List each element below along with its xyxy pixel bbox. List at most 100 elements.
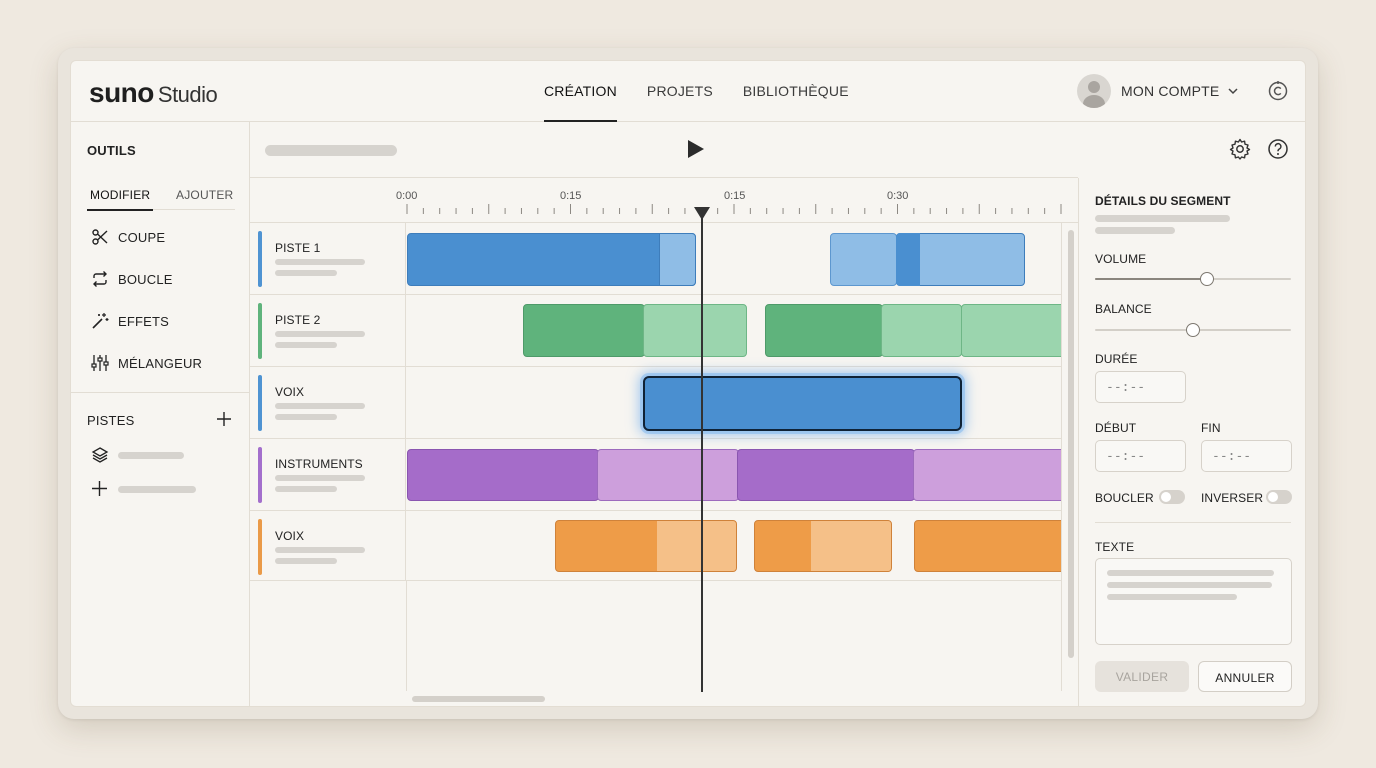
- audio-clip[interactable]: [881, 304, 962, 357]
- ruler-label: 0:15: [724, 190, 746, 202]
- chevron-down-icon: [1228, 88, 1238, 95]
- time-ruler[interactable]: 0:00 0:15 0:15 0:30: [250, 178, 1078, 223]
- tracks-title: PISTES: [87, 413, 135, 428]
- track-header[interactable]: VOIX: [250, 511, 406, 580]
- placeholder-bar: [1107, 594, 1237, 600]
- text-area[interactable]: [1095, 558, 1292, 645]
- vertical-scrollbar[interactable]: [1068, 230, 1074, 658]
- track-row: VOIX: [250, 511, 1062, 581]
- placeholder-bar: [275, 342, 337, 348]
- audio-clip[interactable]: [737, 449, 915, 501]
- placeholder-bar: [1095, 227, 1175, 234]
- audio-clip-fade[interactable]: [657, 521, 736, 571]
- placeholder-bar: [275, 270, 337, 276]
- plus-icon[interactable]: [92, 481, 107, 496]
- tool-boucle[interactable]: BOUCLE: [91, 270, 173, 288]
- scissors-icon: [92, 229, 108, 245]
- track-header[interactable]: PISTE 1: [250, 223, 406, 294]
- placeholder-bar: [1107, 570, 1274, 576]
- placeholder-bar: [275, 475, 365, 481]
- audio-clip[interactable]: [407, 233, 696, 286]
- logo-brand: suno: [89, 77, 154, 108]
- logo[interactable]: suno Studio: [89, 77, 218, 109]
- tool-label: BOUCLE: [118, 271, 173, 287]
- audio-clip[interactable]: [830, 233, 897, 286]
- tool-label: EFFETS: [118, 313, 170, 329]
- magic-wand-icon: [92, 313, 109, 329]
- track-name: VOIX: [275, 529, 305, 543]
- volume-slider-knob[interactable]: [1199, 272, 1214, 286]
- top-bar: suno Studio CRÉATION PROJETS BIBLIOTHÈQUE…: [71, 61, 1305, 122]
- track-header[interactable]: PISTE 2: [250, 295, 406, 366]
- avatar: [1077, 74, 1111, 108]
- nav-projets[interactable]: PROJETS: [647, 61, 713, 122]
- tool-label: COUPE: [118, 229, 166, 245]
- placeholder-bar: [275, 259, 365, 265]
- audio-clip[interactable]: [523, 304, 645, 357]
- balance-label: BALANCE: [1095, 302, 1152, 316]
- balance-slider-knob[interactable]: [1186, 323, 1200, 337]
- nav-bibliotheque[interactable]: BIBLIOTHÈQUE: [743, 61, 849, 122]
- play-icon[interactable]: [687, 139, 705, 159]
- track-color-bar: [258, 519, 262, 575]
- gear-icon[interactable]: [1229, 138, 1251, 160]
- loop-toggle[interactable]: [1159, 490, 1185, 504]
- add-track-icon[interactable]: [217, 412, 231, 426]
- horizontal-scrollbar[interactable]: [412, 696, 545, 702]
- main-nav: CRÉATION PROJETS BIBLIOTHÈQUE: [544, 61, 879, 122]
- sidebar-tabs: MODIFIER AJOUTER: [86, 186, 235, 211]
- placeholder-bar: [275, 547, 365, 553]
- tool-melangeur[interactable]: MÉLANGEUR: [91, 354, 202, 372]
- tool-coupe[interactable]: COUPE: [91, 228, 165, 246]
- audio-clip[interactable]: [914, 520, 1062, 572]
- validate-button[interactable]: VALIDER: [1095, 661, 1189, 692]
- tab-ajouter[interactable]: AJOUTER: [176, 188, 233, 202]
- audio-clip[interactable]: [913, 449, 1062, 501]
- track-header[interactable]: INSTRUMENTS: [250, 439, 406, 510]
- track-row: PISTE 1: [250, 223, 1062, 295]
- start-label: DÉBUT: [1095, 421, 1137, 435]
- audio-clip-fade[interactable]: [811, 521, 891, 571]
- track-header[interactable]: VOIX: [250, 367, 406, 438]
- playhead[interactable]: [701, 212, 703, 692]
- start-field[interactable]: --:--: [1095, 440, 1186, 472]
- playhead-handle-icon[interactable]: [693, 206, 711, 222]
- account-menu[interactable]: MON COMPTE: [1077, 74, 1239, 108]
- duration-field[interactable]: --:--: [1095, 371, 1186, 403]
- track-header-divider: [406, 581, 407, 691]
- audio-clip[interactable]: [643, 304, 747, 357]
- track-name: INSTRUMENTS: [275, 457, 363, 471]
- layers-icon[interactable]: [91, 446, 109, 464]
- help-icon[interactable]: [1267, 138, 1289, 160]
- audio-clip[interactable]: [597, 449, 739, 501]
- audio-clip-fade[interactable]: [896, 233, 920, 286]
- cancel-button[interactable]: ANNULER: [1198, 661, 1292, 692]
- track-name: VOIX: [275, 385, 305, 399]
- transport-toolbar: [250, 122, 1288, 178]
- panel-title: DÉTAILS DU SEGMENT: [1095, 194, 1231, 208]
- audio-clip-fade[interactable]: [659, 233, 696, 286]
- track-name: PISTE 1: [275, 241, 321, 255]
- tools-title: OUTILS: [87, 143, 136, 158]
- audio-clip[interactable]: [961, 304, 1062, 357]
- tab-modifier[interactable]: MODIFIER: [86, 188, 154, 211]
- audio-clip[interactable]: [407, 449, 599, 501]
- end-label: FIN: [1201, 421, 1221, 435]
- volume-label: VOLUME: [1095, 252, 1147, 266]
- mixer-sliders-icon: [91, 355, 109, 371]
- audio-clip[interactable]: [765, 304, 883, 357]
- sidebar-divider: [71, 392, 250, 393]
- duration-label: DURÉE: [1095, 352, 1138, 366]
- reverse-label: INVERSER: [1201, 491, 1264, 505]
- track-row: INSTRUMENTS: [250, 439, 1062, 511]
- copyright-icon[interactable]: [1267, 80, 1289, 102]
- end-field[interactable]: --:--: [1201, 440, 1292, 472]
- nav-creation[interactable]: CRÉATION: [544, 61, 617, 122]
- selected-audio-clip[interactable]: [643, 376, 962, 431]
- placeholder-bar: [275, 486, 337, 492]
- placeholder-bar: [1107, 582, 1272, 588]
- track-color-bar: [258, 447, 262, 503]
- reverse-toggle[interactable]: [1266, 490, 1292, 504]
- placeholder-bar: [275, 558, 337, 564]
- tool-effets[interactable]: EFFETS: [91, 312, 169, 330]
